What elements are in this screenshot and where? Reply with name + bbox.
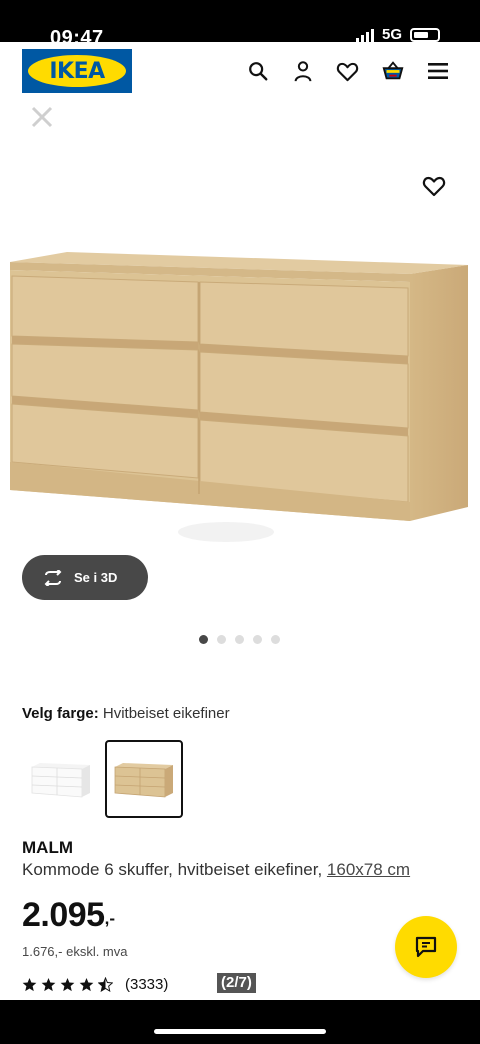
carousel-dot[interactable] bbox=[199, 635, 208, 644]
price-ex-vat: 1.676,- ekskl. mva bbox=[22, 944, 128, 959]
product-price: 2.095 ,- bbox=[22, 895, 115, 935]
product-image[interactable] bbox=[0, 232, 480, 552]
basket-icon[interactable] bbox=[380, 57, 405, 85]
product-size-link[interactable]: 160x78 cm bbox=[327, 860, 410, 879]
product-description-text: Kommode 6 skuffer, hvitbeiset eikefiner, bbox=[22, 860, 323, 879]
header-actions bbox=[245, 57, 450, 85]
star-icon bbox=[79, 977, 94, 992]
logo-oval: IKEA bbox=[28, 55, 126, 87]
half-star-icon bbox=[98, 977, 113, 992]
color-label: Velg farge: Hvitbeiset eikefiner bbox=[22, 705, 230, 722]
rating-count: (3333) bbox=[125, 976, 169, 993]
logo-text: IKEA bbox=[49, 58, 105, 84]
home-area bbox=[0, 1000, 480, 1044]
see-in-3d-button[interactable]: Se i 3D bbox=[22, 555, 148, 600]
add-to-favourites-icon[interactable] bbox=[422, 175, 448, 199]
see-in-3d-label: Se i 3D bbox=[74, 570, 118, 585]
home-indicator[interactable] bbox=[154, 1029, 326, 1034]
status-indicators: 5G bbox=[355, 26, 440, 43]
ikea-logo[interactable]: IKEA bbox=[22, 49, 132, 93]
battery-icon bbox=[410, 28, 440, 42]
color-label-title: Velg farge: bbox=[22, 705, 99, 722]
product-page: IKEA Se i 3D Velg farge: Hvitbeiset eike… bbox=[0, 42, 480, 1000]
color-swatch-white[interactable] bbox=[22, 740, 100, 818]
rating[interactable]: (3333) bbox=[22, 976, 168, 993]
star-icon bbox=[22, 977, 37, 992]
signal-icon bbox=[355, 28, 374, 42]
search-icon[interactable] bbox=[245, 57, 270, 85]
product-description: Kommode 6 skuffer, hvitbeiset eikefiner,… bbox=[22, 860, 410, 880]
price-amount: 2.095 bbox=[22, 896, 105, 934]
carousel-dots[interactable] bbox=[199, 635, 280, 644]
close-icon[interactable] bbox=[30, 105, 54, 129]
star-icon bbox=[41, 977, 56, 992]
chat-icon bbox=[415, 936, 437, 958]
carousel-dot[interactable] bbox=[271, 635, 280, 644]
color-label-value: Hvitbeiset eikefiner bbox=[102, 705, 230, 722]
rotate-3d-icon bbox=[44, 569, 62, 586]
carousel-dot[interactable] bbox=[217, 635, 226, 644]
menu-icon[interactable] bbox=[425, 57, 450, 85]
chat-button[interactable] bbox=[395, 916, 457, 978]
carousel-dot[interactable] bbox=[235, 635, 244, 644]
user-icon[interactable] bbox=[290, 57, 315, 85]
star-icon bbox=[60, 977, 75, 992]
page-counter-badge: (2/7) bbox=[216, 972, 257, 994]
carousel-dot[interactable] bbox=[253, 635, 262, 644]
network-type: 5G bbox=[381, 26, 402, 43]
status-bar: 09:47 5G bbox=[0, 0, 480, 48]
color-swatch-oak[interactable] bbox=[105, 740, 183, 818]
price-suffix: ,- bbox=[104, 909, 115, 928]
heart-icon[interactable] bbox=[335, 57, 360, 85]
product-name: MALM bbox=[22, 838, 73, 857]
